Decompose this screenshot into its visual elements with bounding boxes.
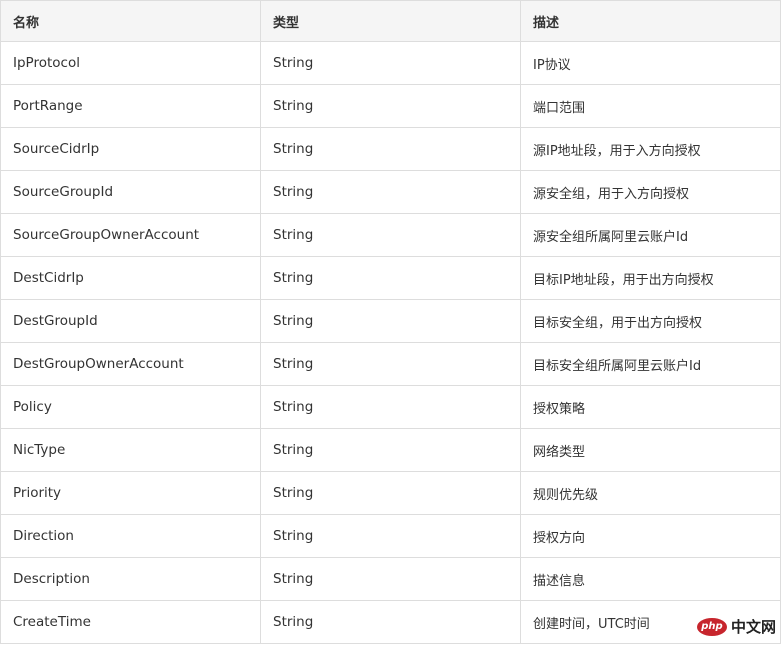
table-row: NicType String 网络类型 — [0, 428, 781, 472]
cell-name: DestGroupId — [0, 299, 261, 343]
cell-name: DestGroupOwnerAccount — [0, 342, 261, 386]
cell-description: 目标安全组，用于出方向授权 — [520, 299, 781, 343]
table-header-row: 名称 类型 描述 — [0, 0, 781, 42]
cell-description: 网络类型 — [520, 428, 781, 472]
cell-type: String — [260, 256, 521, 300]
cell-name: NicType — [0, 428, 261, 472]
table-row: DestGroupOwnerAccount String 目标安全组所属阿里云账户I… — [0, 342, 781, 386]
table-row: SourceGroupId String 源安全组，用于入方向授权 — [0, 170, 781, 214]
cell-description: 描述信息 — [520, 557, 781, 601]
watermark-site-name: 中文网 — [730, 618, 776, 636]
cell-description: 规则优先级 — [520, 471, 781, 515]
cell-description: 端口范围 — [520, 84, 781, 128]
cell-name: DestCidrIp — [0, 256, 261, 300]
site-watermark: php 中文网 — [696, 616, 776, 637]
cell-name: SourceCidrIp — [0, 127, 261, 171]
cell-name: SourceGroupId — [0, 170, 261, 214]
cell-description: 源安全组，用于入方向授权 — [520, 170, 781, 214]
cell-type: String — [260, 471, 521, 515]
cell-type: String — [260, 600, 521, 644]
table-row: DestGroupId String 目标安全组，用于出方向授权 — [0, 299, 781, 343]
cell-name: CreateTime — [0, 600, 261, 644]
cell-type: String — [260, 213, 521, 257]
cell-type: String — [260, 557, 521, 601]
table-row: IpProtocol String IP协议 — [0, 41, 781, 85]
cell-type: String — [260, 127, 521, 171]
cell-type: String — [260, 299, 521, 343]
cell-name: Policy — [0, 385, 261, 429]
cell-description: 授权方向 — [520, 514, 781, 558]
cell-name: IpProtocol — [0, 41, 261, 85]
table-row: Policy String 授权策略 — [0, 385, 781, 429]
cell-name: Description — [0, 557, 261, 601]
cell-description: IP协议 — [520, 41, 781, 85]
cell-type: String — [260, 428, 521, 472]
cell-description: 目标安全组所属阿里云账户Id — [520, 342, 781, 386]
table-row: PortRange String 端口范围 — [0, 84, 781, 128]
table-body: IpProtocol String IP协议 PortRange String 端口范围 S… — [0, 41, 781, 644]
table-row: Priority String 规则优先级 — [0, 471, 781, 515]
cell-name: Direction — [0, 514, 261, 558]
cell-description: 授权策略 — [520, 385, 781, 429]
parameter-table: 名称 类型 描述 IpProtocol String IP协议 PortRange St… — [0, 0, 781, 644]
cell-description: 源安全组所属阿里云账户Id — [520, 213, 781, 257]
cell-name: PortRange — [0, 84, 261, 128]
cell-description: 源IP地址段，用于入方向授权 — [520, 127, 781, 171]
table-row: Direction String 授权方向 — [0, 514, 781, 558]
table-row: DestCidrIp String 目标IP地址段，用于出方向授权 — [0, 256, 781, 300]
cell-type: String — [260, 170, 521, 214]
cell-type: String — [260, 84, 521, 128]
header-name: 名称 — [0, 0, 261, 42]
header-description: 描述 — [520, 0, 781, 42]
cell-description: 目标IP地址段，用于出方向授权 — [520, 256, 781, 300]
cell-type: String — [260, 385, 521, 429]
php-logo-icon: php — [696, 617, 727, 636]
table-row: CreateTime String 创建时间，UTC时间 — [0, 600, 781, 644]
header-type: 类型 — [260, 0, 521, 42]
cell-type: String — [260, 514, 521, 558]
cell-type: String — [260, 41, 521, 85]
cell-name: SourceGroupOwnerAccount — [0, 213, 261, 257]
table-row: SourceCidrIp String 源IP地址段，用于入方向授权 — [0, 127, 781, 171]
table-row: Description String 描述信息 — [0, 557, 781, 601]
cell-name: Priority — [0, 471, 261, 515]
cell-type: String — [260, 342, 521, 386]
table-row: SourceGroupOwnerAccount String 源安全组所属阿里云账户… — [0, 213, 781, 257]
